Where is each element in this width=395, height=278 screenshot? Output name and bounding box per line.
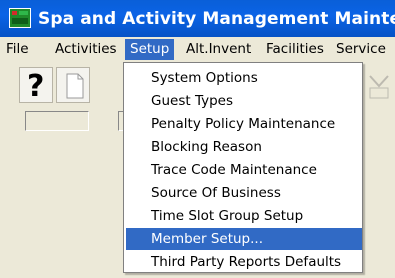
menu-bar: File Activities Setup Alt.Invent Facilit… bbox=[0, 37, 395, 62]
menu-activities[interactable]: Activities bbox=[50, 39, 122, 60]
menu-item-member-setup[interactable]: Member Setup... bbox=[126, 228, 362, 250]
menu-facilities[interactable]: Facilities bbox=[261, 39, 329, 60]
menu-alt-invent[interactable]: Alt.Invent bbox=[181, 39, 256, 60]
toolbar-arrow-icon bbox=[369, 75, 389, 99]
menu-setup[interactable]: Setup bbox=[125, 39, 175, 60]
menu-item-trace-code[interactable]: Trace Code Maintenance bbox=[126, 159, 362, 181]
document-icon bbox=[66, 73, 84, 99]
title-bar[interactable]: Spa and Activity Management Maintenance bbox=[0, 0, 395, 37]
menu-item-third-party-reports[interactable]: Third Party Reports Defaults bbox=[126, 251, 362, 273]
menu-item-guest-types[interactable]: Guest Types bbox=[126, 90, 362, 112]
menu-item-blocking-reason[interactable]: Blocking Reason bbox=[126, 136, 362, 158]
menu-item-source-of-business[interactable]: Source Of Business bbox=[126, 182, 362, 204]
window-title: Spa and Activity Management Maintenance bbox=[38, 9, 395, 29]
menu-item-penalty-policy[interactable]: Penalty Policy Maintenance bbox=[126, 113, 362, 135]
question-mark-icon: ? bbox=[27, 69, 45, 104]
help-button[interactable]: ? bbox=[19, 67, 53, 104]
menu-service[interactable]: Service bbox=[331, 39, 391, 60]
menu-item-time-slot-group[interactable]: Time Slot Group Setup bbox=[126, 205, 362, 227]
toolbar-field[interactable] bbox=[25, 111, 89, 131]
setup-dropdown-menu: System Options Guest Types Penalty Polic… bbox=[123, 62, 363, 273]
menu-file[interactable]: File bbox=[1, 39, 34, 60]
menu-item-system-options[interactable]: System Options bbox=[126, 67, 362, 89]
new-document-button[interactable] bbox=[56, 67, 90, 103]
application-window: Spa and Activity Management Maintenance … bbox=[0, 0, 395, 278]
app-icon bbox=[9, 8, 31, 28]
